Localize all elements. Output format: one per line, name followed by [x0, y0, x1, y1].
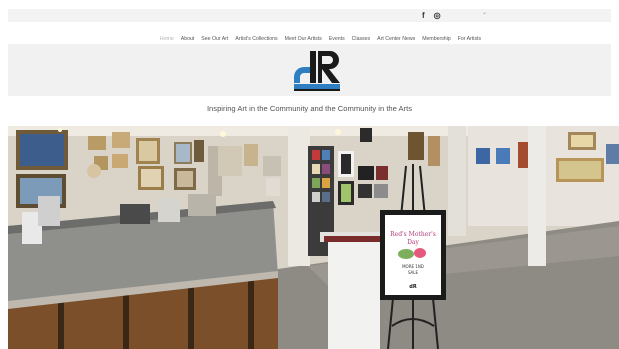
- dropdown-indicator-icon[interactable]: ⌄: [482, 9, 487, 16]
- logo-banner: [8, 44, 611, 96]
- social-links: f ◎: [422, 10, 441, 21]
- nav-item-artists-collections[interactable]: Artist's Collections: [235, 35, 277, 43]
- easel-sign-line3: MORE 1ND: [402, 264, 424, 269]
- nav-item-about[interactable]: About: [181, 35, 195, 43]
- hero-gallery-photo: Red's Mother's Day MORE 1ND SALE dR: [8, 126, 619, 349]
- logo-r-letter: [318, 51, 340, 83]
- nav-item-events[interactable]: Events: [329, 35, 345, 43]
- nav-item-for-artists[interactable]: For Artists: [458, 35, 481, 43]
- easel-sign-line2: Day: [407, 239, 419, 246]
- instagram-icon[interactable]: ◎: [434, 10, 441, 21]
- logo-d-bowl: [294, 67, 310, 83]
- logo-underline-bar: [294, 84, 340, 89]
- site-logo[interactable]: [290, 47, 346, 93]
- top-utility-bar: f ◎ ⌄: [8, 9, 611, 22]
- logo-d-stem: [310, 51, 316, 83]
- nav-item-art-center-news[interactable]: Art Center News: [377, 35, 415, 43]
- nav-item-home[interactable]: Home: [160, 35, 174, 43]
- easel-sign-logo: dR: [409, 284, 417, 290]
- nav-item-classes[interactable]: Classes: [352, 35, 370, 43]
- nav-item-membership[interactable]: Membership: [422, 35, 451, 43]
- easel-sign-line1: Red's Mother's: [390, 231, 436, 238]
- main-navigation: Home About See Our Art Artist's Collecti…: [0, 27, 619, 45]
- nav-item-meet-our-artists[interactable]: Meet Our Artists: [285, 35, 322, 43]
- easel-sign-line4: SALE: [408, 270, 419, 275]
- nav-item-see-our-art[interactable]: See Our Art: [201, 35, 228, 43]
- nav-list: Home About See Our Art Artist's Collecti…: [160, 35, 481, 43]
- facebook-icon[interactable]: f: [422, 10, 425, 21]
- site-tagline: Inspiring Art in the Community and the C…: [206, 104, 413, 113]
